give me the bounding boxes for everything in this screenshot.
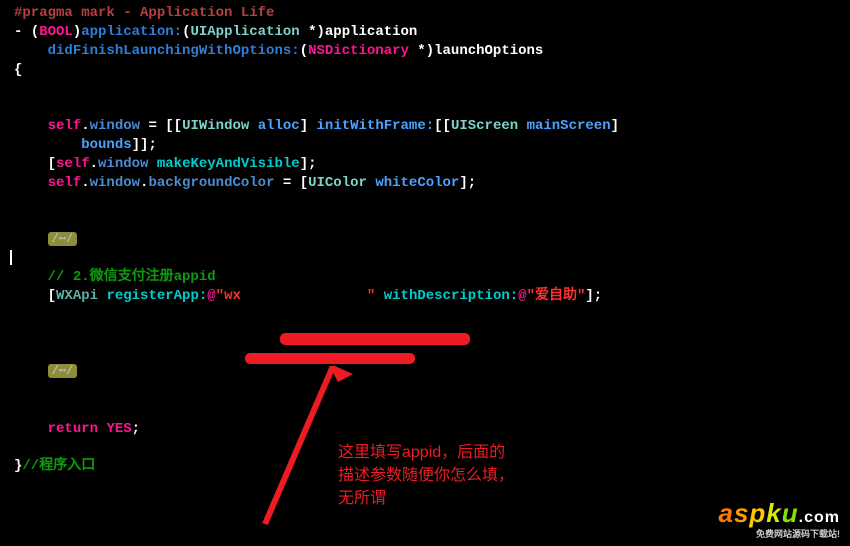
- code-line-wxapi: [WXApi registerApp:@"wxxxxxxxxxxxxxxxx" …: [0, 287, 850, 306]
- code-line-blank: [0, 212, 850, 231]
- text-cursor: [10, 250, 12, 265]
- code-line-window-bounds: bounds]];: [0, 136, 850, 155]
- code-line-fold-1[interactable]: /⋯/: [0, 231, 850, 250]
- fold-icon[interactable]: /⋯/: [48, 232, 78, 246]
- code-line-method-sig-2: didFinishLaunchingWithOptions:(NSDiction…: [0, 42, 850, 61]
- code-line-return: return YES;: [0, 420, 850, 439]
- code-line-blank: [0, 98, 850, 117]
- redaction-mark: [280, 333, 470, 345]
- code-line-makekey: [self.window makeKeyAndVisible];: [0, 155, 850, 174]
- code-line-blank: [0, 382, 850, 401]
- code-line-bgcolor: self.window.backgroundColor = [UIColor w…: [0, 174, 850, 193]
- code-line-blank: [0, 344, 850, 363]
- fold-icon[interactable]: /⋯/: [48, 364, 78, 378]
- code-line-pragma: #pragma mark - Application Life: [0, 4, 850, 23]
- code-line-blank: [0, 193, 850, 212]
- watermark: aspku.com 免费网站源码下载站!: [718, 498, 840, 540]
- watermark-brand: aspku.com: [718, 498, 840, 529]
- code-line-blank: [0, 80, 850, 99]
- code-line-method-sig-1: - (BOOL)application:(UIApplication *)app…: [0, 23, 850, 42]
- code-line-brace-open: {: [0, 61, 850, 80]
- redaction-mark: [245, 353, 415, 364]
- annotation-text: 这里填写appid，后面的 描述参数随便你怎么填， 无所谓: [338, 441, 514, 511]
- code-line-fold-2[interactable]: /⋯/: [0, 363, 850, 382]
- code-line-window-init: self.window = [[UIWindow alloc] initWith…: [0, 117, 850, 136]
- code-line-blank: [0, 401, 850, 420]
- code-line-comment-wx: // 2.微信支付注册appid: [0, 268, 850, 287]
- code-line-blank: [0, 306, 850, 325]
- code-line-cursor: [0, 250, 850, 269]
